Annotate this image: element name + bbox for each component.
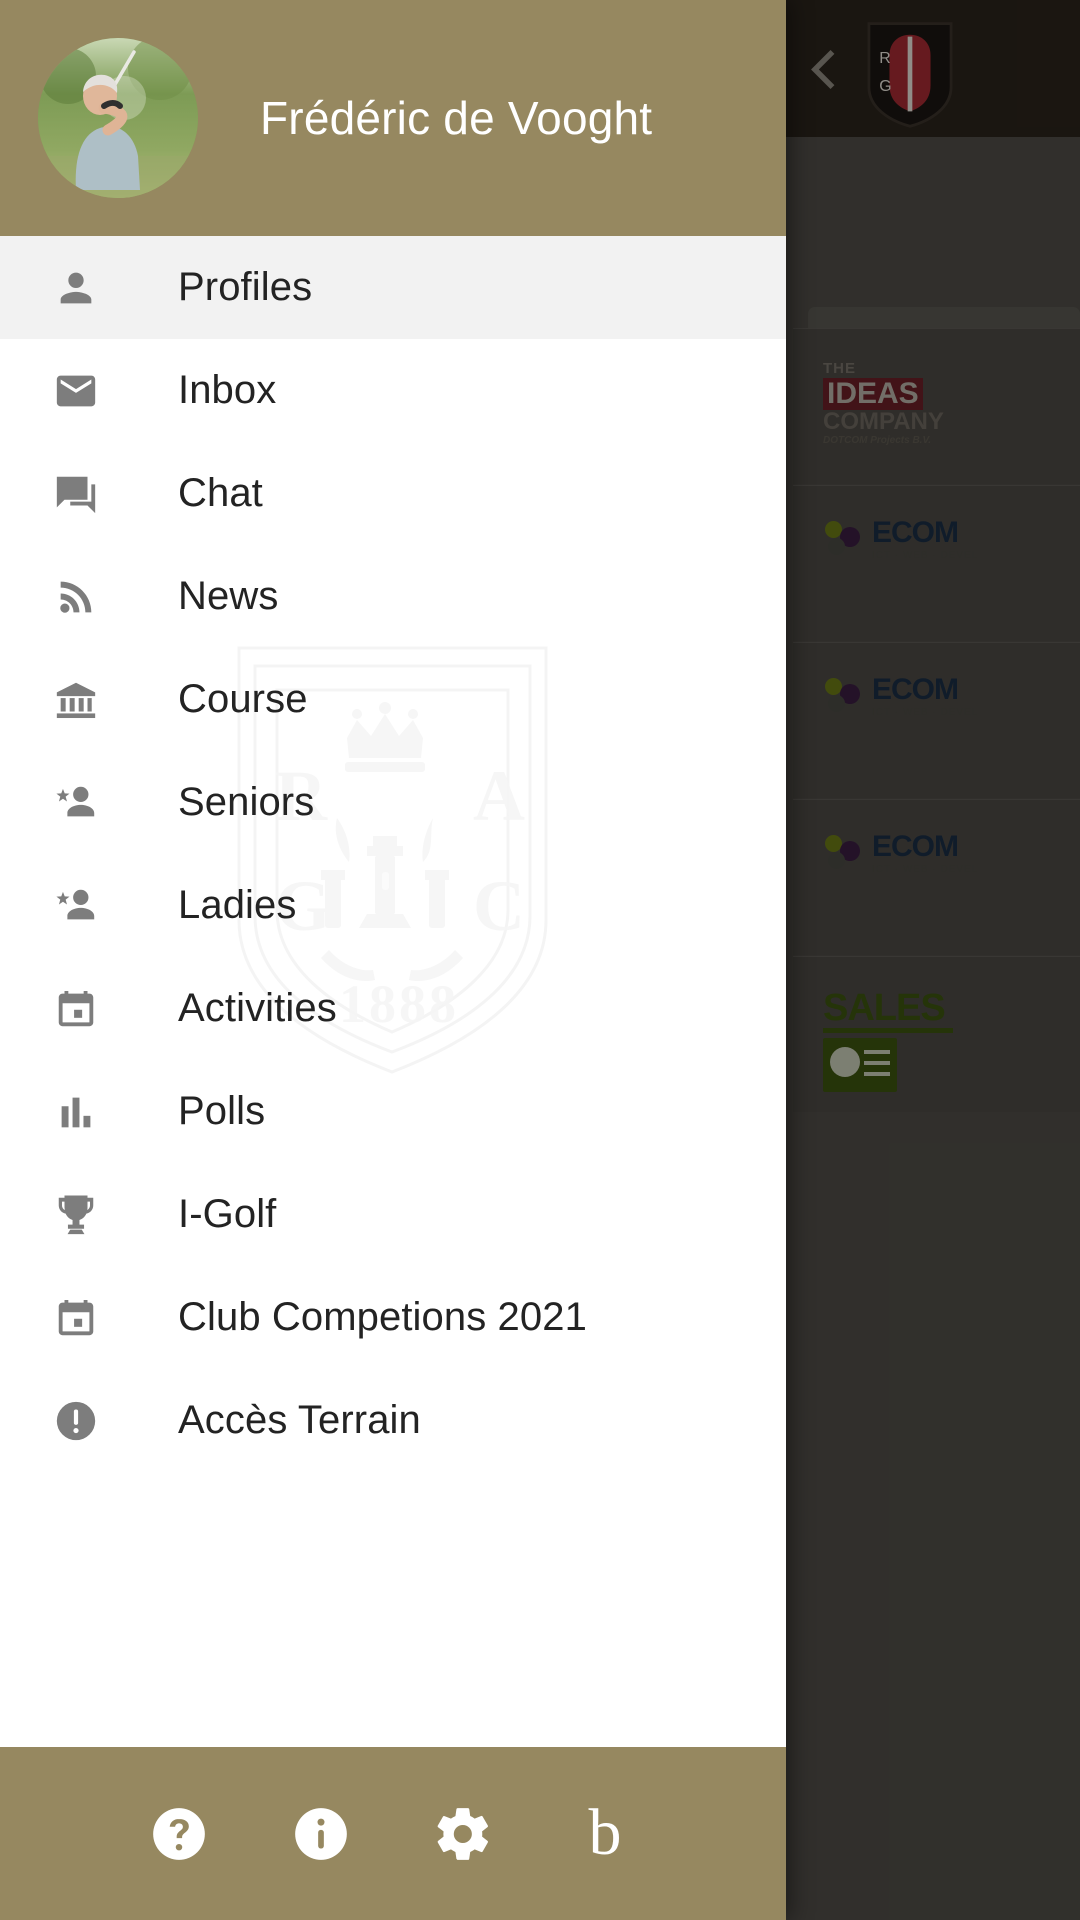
person-icon (52, 264, 100, 312)
menu-item-label: Polls (178, 1089, 266, 1133)
menu-item-label: I-Golf (178, 1192, 277, 1236)
menu-item-label: News (178, 574, 279, 618)
bar-chart-icon (52, 1088, 100, 1136)
error-icon (52, 1397, 100, 1445)
menu-item-label: Seniors (178, 780, 315, 824)
drawer-bottom-bar: b (0, 1747, 786, 1920)
menu-item-inbox[interactable]: Inbox (0, 339, 786, 442)
calendar-event-icon (52, 1294, 100, 1342)
profile-name: Frédéric de Vooght (260, 92, 653, 144)
help-icon[interactable] (148, 1803, 210, 1865)
info-icon[interactable] (290, 1803, 352, 1865)
menu-item-label: Ladies (178, 883, 297, 927)
menu-item-activities[interactable]: Activities (0, 957, 786, 1060)
drawer-menu: R G A C 1888 Profiles Inbox Chat News Co… (0, 236, 786, 1747)
menu-item-label: Club Competions 2021 (178, 1295, 587, 1339)
person-star-icon (52, 779, 100, 827)
menu-item-acces-terrain[interactable]: Accès Terrain (0, 1369, 786, 1472)
drawer-header: Frédéric de Vooght (0, 0, 786, 236)
menu-item-seniors[interactable]: Seniors (0, 751, 786, 854)
rss-feed-icon (52, 573, 100, 621)
forum-icon (52, 470, 100, 518)
menu-item-polls[interactable]: Polls (0, 1060, 786, 1163)
menu-item-i-golf[interactable]: I-Golf (0, 1163, 786, 1266)
menu-item-label: Course (178, 677, 308, 721)
navigation-drawer: Frédéric de Vooght R G A C 1888 Profiles… (0, 0, 786, 1920)
menu-item-label: Activities (178, 986, 337, 1030)
menu-item-label: Inbox (178, 368, 277, 412)
menu-item-ladies[interactable]: Ladies (0, 854, 786, 957)
menu-item-label: Accès Terrain (178, 1398, 421, 1442)
gear-icon[interactable] (432, 1803, 494, 1865)
b-logo-icon[interactable]: b (574, 1800, 636, 1866)
menu-item-news[interactable]: News (0, 545, 786, 648)
account-balance-icon (52, 676, 100, 724)
menu-item-chat[interactable]: Chat (0, 442, 786, 545)
menu-item-profiles[interactable]: Profiles (0, 236, 786, 339)
person-star-icon (52, 882, 100, 930)
menu-item-course[interactable]: Course (0, 648, 786, 751)
avatar[interactable] (38, 38, 198, 198)
mail-icon (52, 367, 100, 415)
menu-item-club-competions[interactable]: Club Competions 2021 (0, 1266, 786, 1369)
menu-item-label: Profiles (178, 265, 313, 309)
trophy-icon (52, 1191, 100, 1239)
calendar-event-icon (52, 985, 100, 1033)
menu-item-label: Chat (178, 471, 263, 515)
